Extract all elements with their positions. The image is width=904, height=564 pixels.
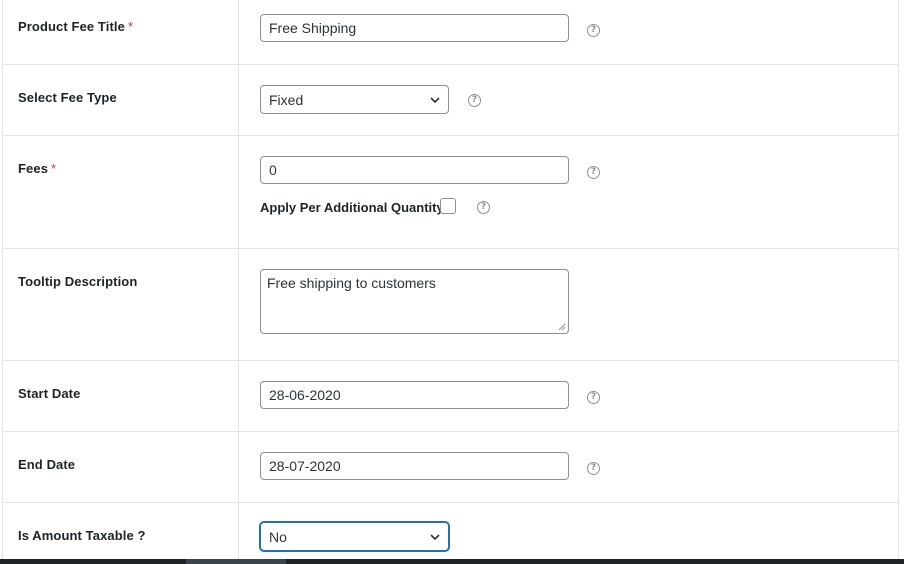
start-date-label: Start Date	[18, 386, 81, 401]
end-date-input[interactable]: 28-07-2020	[260, 452, 569, 480]
apply-per-quantity-label: Apply Per Additional Quantity	[260, 200, 444, 215]
end-date-label: End Date	[18, 457, 76, 472]
product-fee-title-label-text: Product Fee Title	[18, 19, 125, 34]
chevron-down-icon	[430, 97, 440, 104]
question-circle-icon[interactable]: ?	[587, 391, 600, 404]
required-marker: *	[127, 19, 134, 34]
chevron-down-icon	[430, 534, 440, 541]
fee-type-select[interactable]: Fixed	[260, 85, 449, 114]
fee-type-selected-value: Fixed	[269, 92, 304, 108]
tooltip-description-textarea[interactable]: Free shipping to customers	[260, 269, 569, 334]
question-circle-icon[interactable]: ?	[587, 166, 600, 179]
product-fee-title-label: Product Fee Title *	[18, 19, 133, 34]
question-circle-icon[interactable]: ?	[587, 24, 600, 37]
taxable-select[interactable]: No	[260, 522, 449, 551]
fees-input[interactable]: 0	[260, 156, 569, 184]
is-amount-taxable-label: Is Amount Taxable ?	[18, 528, 146, 543]
scrollbar-thumb[interactable]	[186, 559, 286, 564]
apply-per-quantity-checkbox[interactable]	[440, 198, 456, 214]
row-fees	[3, 136, 898, 249]
question-circle-icon[interactable]: ?	[587, 462, 600, 475]
product-fee-title-input[interactable]: Free Shipping	[260, 14, 569, 42]
taxable-selected-value: No	[269, 529, 287, 545]
tooltip-description-label: Tooltip Description	[18, 274, 138, 289]
bottom-scrollbar[interactable]	[0, 559, 904, 564]
row-fee-type	[3, 65, 898, 136]
question-circle-icon[interactable]: ?	[468, 94, 481, 107]
required-marker: *	[51, 161, 57, 176]
select-fee-type-label: Select Fee Type	[18, 90, 117, 105]
fee-settings-table: Product Fee Title * Free Shipping ? Selec…	[2, 0, 899, 559]
fees-label: Fees *	[18, 161, 56, 176]
fees-label-text: Fees	[18, 161, 49, 176]
resize-handle-icon[interactable]	[558, 323, 566, 331]
start-date-input[interactable]: 28-06-2020	[260, 381, 569, 409]
question-circle-icon[interactable]: ?	[477, 201, 490, 214]
tooltip-description-text: Free shipping to customers	[267, 275, 436, 291]
